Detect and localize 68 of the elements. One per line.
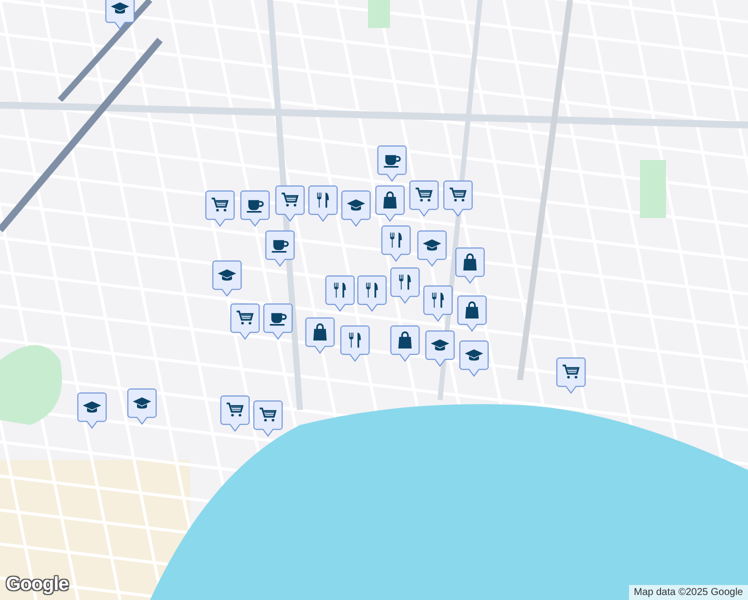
map-marker[interactable] xyxy=(240,190,270,227)
coffee-cup-icon xyxy=(272,240,289,253)
shopping-cart-icon xyxy=(450,188,467,202)
map-marker[interactable] xyxy=(220,395,250,432)
map-marker[interactable] xyxy=(417,230,447,267)
map-marker[interactable] xyxy=(212,260,242,297)
map-marker[interactable] xyxy=(459,340,489,377)
park-area xyxy=(640,160,666,218)
map-marker[interactable] xyxy=(455,247,485,284)
fork-knife-icon xyxy=(349,332,361,348)
map-marker[interactable] xyxy=(205,190,235,227)
shopping-bag-icon xyxy=(398,331,412,348)
graduation-cap-icon xyxy=(346,199,366,211)
coffee-cup-icon xyxy=(270,313,287,326)
shopping-cart-icon xyxy=(562,364,580,378)
coffee-cup-icon xyxy=(384,155,401,168)
map-marker[interactable] xyxy=(265,230,295,267)
map-marker[interactable] xyxy=(263,303,293,340)
map-marker[interactable] xyxy=(390,267,420,304)
map-marker[interactable] xyxy=(443,180,473,217)
map-marker[interactable] xyxy=(357,275,387,312)
shopping-cart-icon xyxy=(226,402,244,416)
map-marker[interactable] xyxy=(253,400,283,437)
map-marker[interactable] xyxy=(230,303,260,340)
shopping-bag-icon xyxy=(313,323,327,340)
fork-knife-icon xyxy=(334,282,346,298)
map-marker[interactable] xyxy=(341,190,371,227)
shopping-cart-icon xyxy=(282,192,299,206)
graduation-cap-icon xyxy=(132,397,152,409)
graduation-cap-icon xyxy=(464,349,484,361)
fork-knife-icon xyxy=(317,192,329,208)
fork-knife-icon xyxy=(432,292,444,308)
map-marker[interactable] xyxy=(127,388,157,425)
map-marker[interactable] xyxy=(390,325,420,362)
graduation-cap-icon xyxy=(110,2,130,14)
map-marker[interactable] xyxy=(381,225,411,262)
map-marker[interactable] xyxy=(457,295,487,332)
map-marker[interactable] xyxy=(105,0,135,30)
google-logo: Google xyxy=(6,574,68,596)
shopping-cart-icon xyxy=(236,310,254,324)
map-marker[interactable] xyxy=(275,185,305,222)
shopping-cart-icon xyxy=(212,198,229,212)
graduation-cap-icon xyxy=(82,401,102,413)
shopping-cart-icon xyxy=(260,408,277,422)
map-marker[interactable] xyxy=(308,185,338,222)
map-marker[interactable] xyxy=(325,275,355,312)
map-marker[interactable] xyxy=(556,357,586,394)
graduation-cap-icon xyxy=(218,269,236,281)
map-marker[interactable] xyxy=(377,145,407,182)
map-marker[interactable] xyxy=(423,285,453,322)
map-marker[interactable] xyxy=(77,392,107,429)
shopping-bag-icon xyxy=(463,253,477,270)
fork-knife-icon xyxy=(399,274,411,290)
coffee-cup-icon xyxy=(246,200,264,213)
shopping-bag-icon xyxy=(383,191,397,208)
map-marker[interactable] xyxy=(425,330,455,367)
map-marker[interactable] xyxy=(409,180,439,217)
shopping-bag-icon xyxy=(465,301,479,318)
map-marker[interactable] xyxy=(375,185,405,222)
map-marker[interactable] xyxy=(340,325,370,362)
graduation-cap-icon xyxy=(422,239,442,251)
map-marker[interactable] xyxy=(305,317,335,354)
map-attribution: Map data ©2025 Google xyxy=(628,585,748,600)
fork-knife-icon xyxy=(390,232,402,248)
park-area xyxy=(368,0,390,28)
graduation-cap-icon xyxy=(430,339,450,351)
shopping-cart-icon xyxy=(416,188,433,202)
fork-knife-icon xyxy=(366,282,378,298)
